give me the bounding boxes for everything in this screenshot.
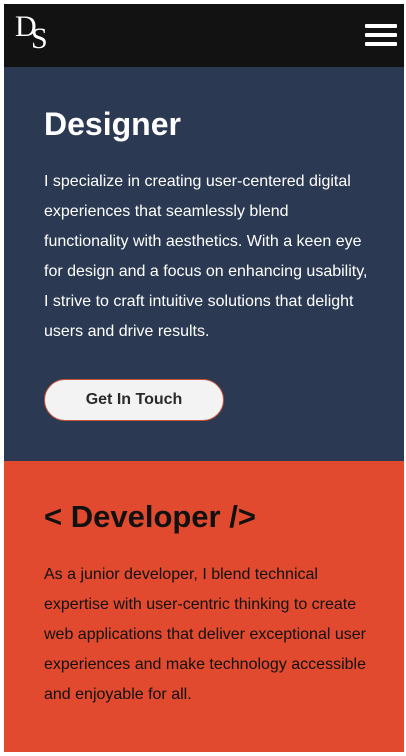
developer-description: As a junior developer, I blend technical…	[44, 566, 366, 703]
designer-title: Designer	[44, 106, 181, 142]
menu-bar-middle	[365, 33, 397, 37]
designer-section: Designer I specialize in creating user-c…	[4, 67, 404, 461]
developer-section: < Developer /> As a junior developer, I …	[4, 461, 404, 752]
developer-title: < Developer />	[44, 499, 256, 534]
site-logo[interactable]: D S	[15, 12, 55, 56]
menu-bar-top	[365, 24, 397, 28]
designer-description: I specialize in creating user-centered d…	[44, 173, 368, 340]
top-navbar: D S	[4, 4, 404, 67]
menu-bar-bottom	[365, 42, 397, 46]
get-in-touch-button[interactable]: Get In Touch	[44, 379, 224, 421]
hamburger-menu-icon[interactable]	[365, 22, 399, 48]
logo-letter-s: S	[31, 22, 48, 55]
page: D S Designer I specialize in creating us…	[4, 4, 404, 752]
